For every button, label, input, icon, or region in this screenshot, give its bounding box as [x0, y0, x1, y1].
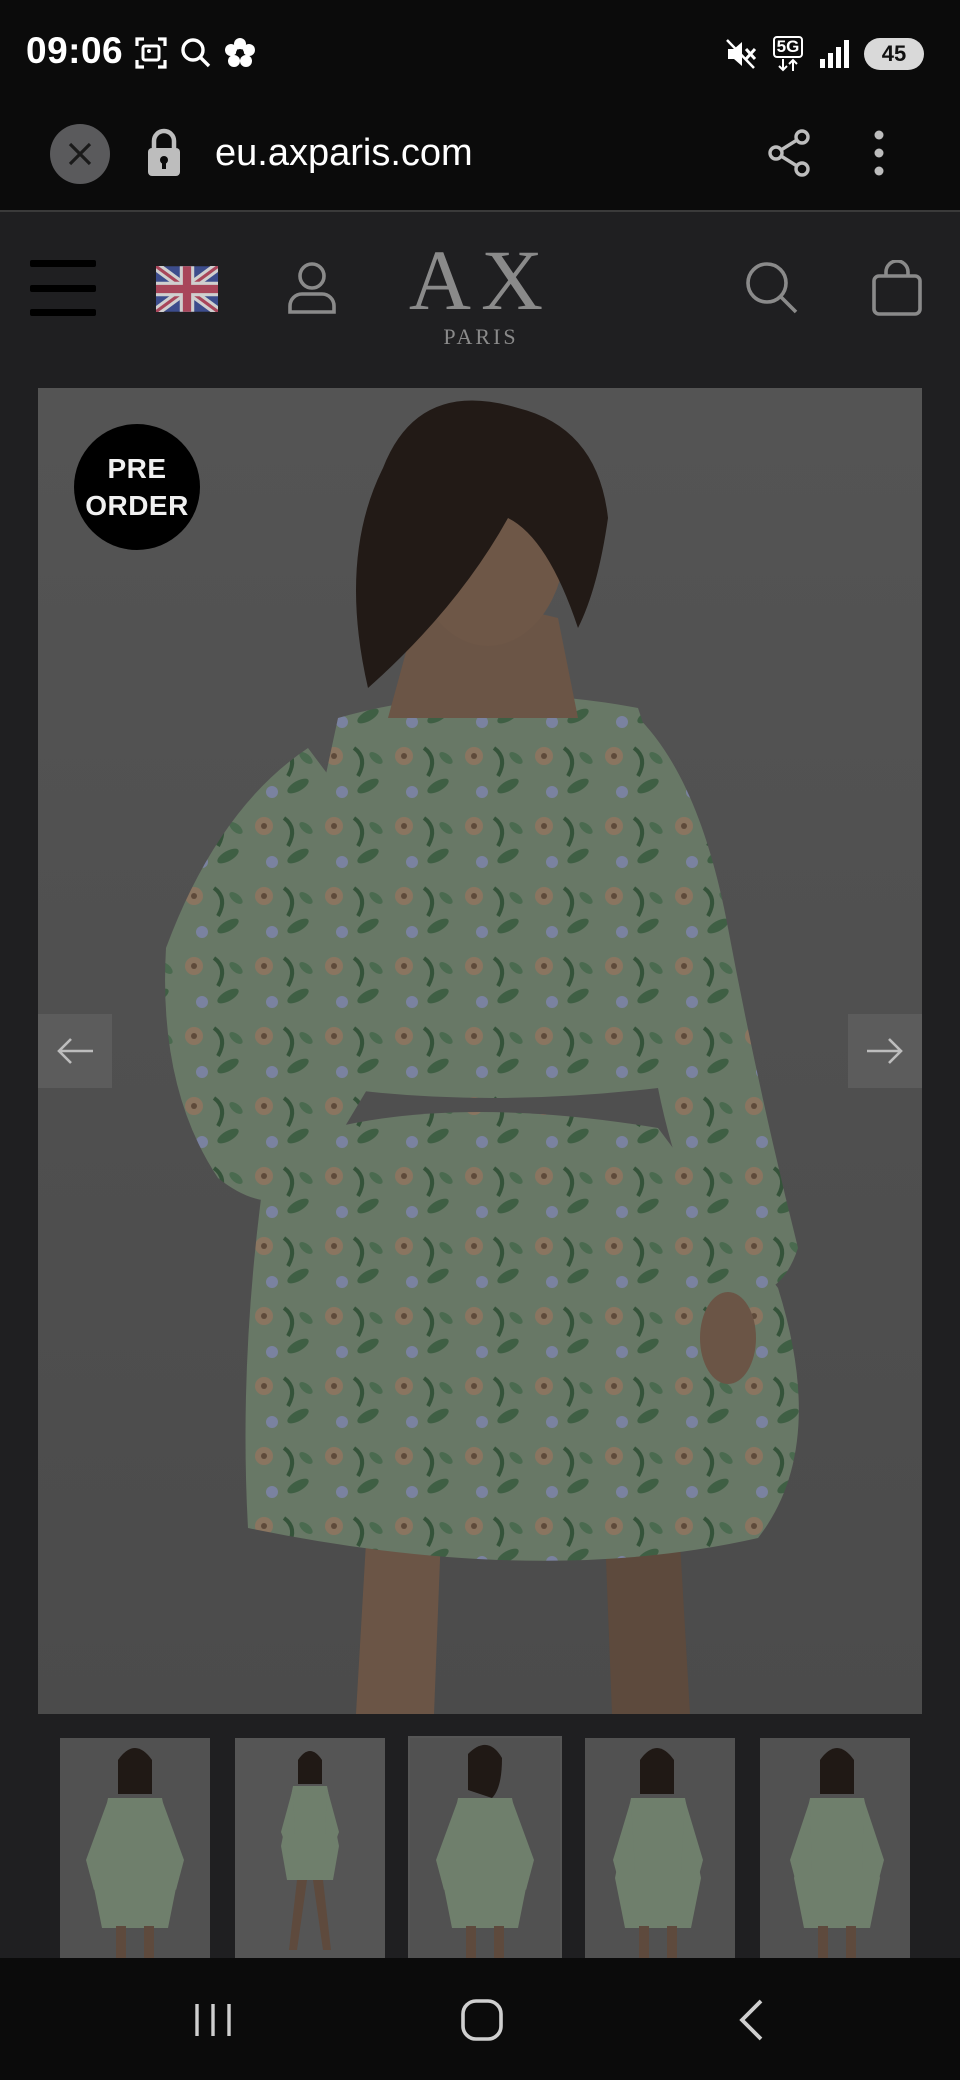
- home-icon: [461, 1999, 503, 2041]
- arrow-left-icon: [57, 1038, 93, 1064]
- thumbnail-three-quarter[interactable]: [760, 1738, 910, 1958]
- search-icon[interactable]: [744, 260, 800, 316]
- uk-flag-icon[interactable]: [156, 266, 218, 312]
- status-icons-left: [134, 36, 256, 70]
- badge-line-1: PRE: [107, 453, 167, 484]
- signal-icon: [820, 40, 849, 68]
- close-tab-button[interactable]: [50, 124, 110, 184]
- status-bar: 09:06 5G 45: [0, 0, 960, 110]
- home-button[interactable]: [442, 1980, 522, 2060]
- 5g-icon: 5G: [772, 36, 804, 72]
- close-icon: [68, 142, 92, 166]
- network-label: 5G: [772, 36, 804, 58]
- battery-level: 45: [881, 41, 907, 66]
- system-nav-bar: [0, 1958, 960, 2080]
- browser-url-bar: eu.axparis.com: [0, 110, 960, 212]
- shopping-bag-icon[interactable]: [870, 260, 924, 316]
- site-header: AX PARIS: [0, 214, 960, 374]
- thumbnail-strip: [60, 1736, 912, 1960]
- product-photo: [38, 388, 922, 1714]
- thumbnail-side-view[interactable]: [585, 1738, 735, 1958]
- pre-order-badge: PRE ORDER: [74, 424, 200, 550]
- recent-apps-icon: [195, 2004, 231, 2036]
- search-icon: [181, 38, 211, 68]
- screenshot-icon: [135, 37, 167, 69]
- status-icons-right: 5G 45: [724, 36, 924, 72]
- lock-icon[interactable]: [146, 128, 182, 178]
- hamburger-icon[interactable]: [30, 260, 96, 316]
- account-icon[interactable]: [286, 260, 338, 316]
- more-icon[interactable]: [866, 128, 892, 178]
- back-button[interactable]: [711, 1980, 791, 2060]
- flower-icon: [225, 38, 255, 67]
- logo-main: AX: [408, 232, 554, 328]
- status-time: 09:06: [26, 30, 124, 71]
- url-field[interactable]: eu.axparis.com: [215, 132, 473, 175]
- badge-line-2: ORDER: [85, 490, 189, 521]
- recent-apps-button[interactable]: [173, 1980, 253, 2060]
- thumbnail-front-view[interactable]: [60, 1738, 210, 1958]
- arrow-right-icon: [867, 1038, 903, 1064]
- thumbnail-full-length[interactable]: [235, 1738, 385, 1958]
- product-main-image[interactable]: PRE ORDER: [38, 388, 922, 1714]
- back-icon: [739, 1999, 763, 2041]
- mute-icon: [726, 39, 757, 69]
- battery-icon: 45: [864, 38, 924, 70]
- site-logo[interactable]: AX PARIS: [386, 232, 576, 350]
- prev-image-button[interactable]: [38, 1014, 112, 1088]
- next-image-button[interactable]: [848, 1014, 922, 1088]
- share-icon[interactable]: [766, 128, 812, 178]
- thumbnail-back-view[interactable]: [408, 1736, 562, 1960]
